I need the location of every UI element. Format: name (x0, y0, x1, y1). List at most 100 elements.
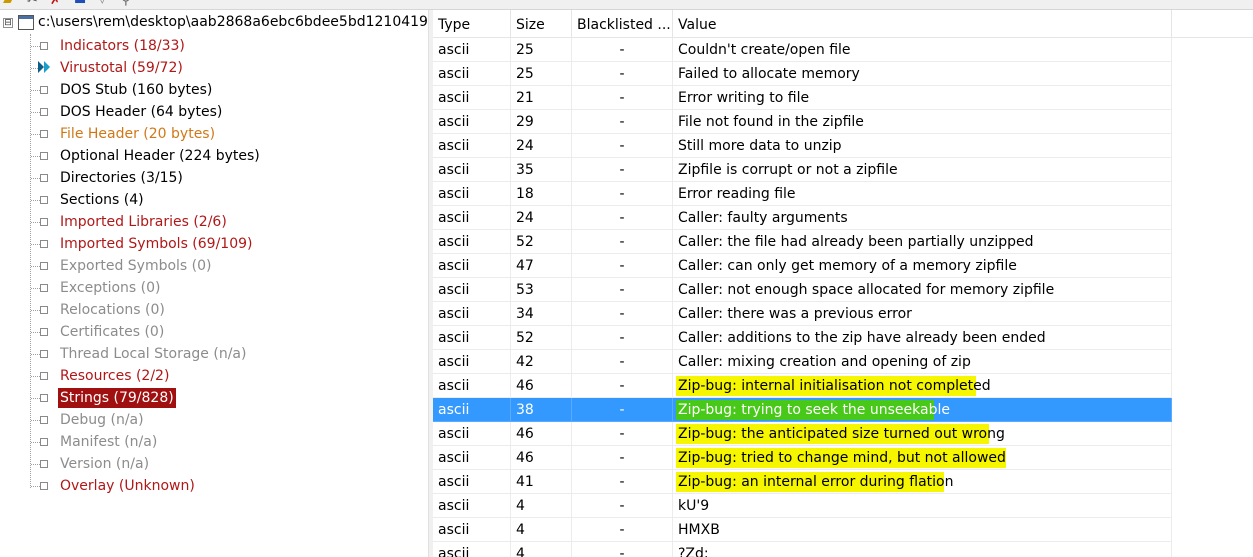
cell-blacklisted: - (572, 86, 673, 110)
settings-icon[interactable]: ⚲ (121, 0, 131, 8)
cell-type-text: ascii (438, 42, 470, 58)
cell-blacklisted-text: - (619, 258, 625, 274)
cell-blacklisted-text: - (619, 522, 625, 538)
cell-size: 47 (511, 254, 572, 278)
column-header-value[interactable]: Value (673, 10, 1172, 37)
tree-item[interactable]: Strings (79/828) (0, 387, 428, 409)
tree-item[interactable]: Directories (3/15) (0, 167, 428, 189)
cell-blacklisted-text: - (619, 114, 625, 130)
cell-size: 25 (511, 62, 572, 86)
table-row[interactable]: ascii 29 - File not found in the zipfile (433, 110, 1253, 134)
tree-item[interactable]: Resources (2/2) (0, 365, 428, 387)
cell-type: ascii (433, 86, 511, 110)
tree-item-label: DOS Header (64 bytes) (60, 104, 223, 120)
tree-node-icon (40, 108, 48, 116)
collapse-toggle-icon[interactable]: ⊟ (3, 18, 13, 28)
table-header: Type Size Blacklisted ... Value (433, 10, 1253, 38)
tree-item[interactable]: Relocations (0) (0, 299, 428, 321)
cell-value: Failed to allocate memory (673, 62, 1172, 86)
tree-item-label: Thread Local Storage (n/a) (60, 346, 247, 362)
tree-item[interactable]: Manifest (n/a) (0, 431, 428, 453)
cell-blacklisted-text: - (619, 450, 625, 466)
tree-item-label: Imported Libraries (2/6) (60, 214, 227, 230)
tree-item[interactable]: Exported Symbols (0) (0, 255, 428, 277)
table-row[interactable]: ascii 46 - Zip-bug: tried to change mind, b… (433, 446, 1253, 470)
cell-size-text: 52 (516, 330, 534, 346)
tree-item[interactable]: Thread Local Storage (n/a) (0, 343, 428, 365)
cell-type-text: ascii (438, 138, 470, 154)
tree-item[interactable]: Imported Libraries (2/6) (0, 211, 428, 233)
cell-value: Caller: not enough space allocated for m… (673, 278, 1172, 302)
cell-type-text: ascii (438, 402, 470, 418)
table-row[interactable]: ascii 46 - Zip-bug: the anticipated size tu… (433, 422, 1253, 446)
tree-item[interactable]: File Header (20 bytes) (0, 123, 428, 145)
table-row[interactable]: ascii 4 - kU'9 (433, 494, 1253, 518)
cell-blacklisted: - (572, 302, 673, 326)
tree-connector (31, 222, 40, 223)
table-row[interactable]: ascii 35 - Zipfile is corrupt or not a zipf… (433, 158, 1253, 182)
cell-value: Caller: there was a previous error (673, 302, 1172, 326)
table-row[interactable]: ascii 24 - Still more data to unzip (433, 134, 1253, 158)
table-row[interactable]: ascii 52 - Caller: the file had already bee… (433, 230, 1253, 254)
cell-blacklisted: - (572, 446, 673, 470)
table-row[interactable]: ascii 24 - Caller: faulty arguments (433, 206, 1253, 230)
table-row[interactable]: ascii 4 - ?Zd; (433, 542, 1253, 557)
table-row[interactable]: ascii 25 - Failed to allocate memory (433, 62, 1253, 86)
cell-size: 41 (511, 470, 572, 494)
tree-item[interactable]: Optional Header (224 bytes) (0, 145, 428, 167)
tree-item[interactable]: DOS Stub (160 bytes) (0, 79, 428, 101)
table-row[interactable]: ascii 46 - Zip-bug: internal initialisation… (433, 374, 1253, 398)
tree-item-label: Optional Header (224 bytes) (60, 148, 260, 164)
table-row[interactable]: ascii 34 - Caller: there was a previous err… (433, 302, 1253, 326)
open-folder-icon[interactable]: ▰ (3, 0, 13, 8)
cell-type-text: ascii (438, 210, 470, 226)
tree-item[interactable]: Imported Symbols (69/109) (0, 233, 428, 255)
tree-root[interactable]: ⊟ c:\users\rem\desktop\aab2868a6ebc6bdee… (0, 12, 428, 34)
tree-item[interactable]: Certificates (0) (0, 321, 428, 343)
cell-size-text: 53 (516, 282, 534, 298)
table-row[interactable]: ascii 4 - HMXB (433, 518, 1253, 542)
cell-value: Error writing to file (673, 86, 1172, 110)
cell-blacklisted: - (572, 182, 673, 206)
tree-connector (31, 90, 40, 91)
table-row[interactable]: ascii 41 - Zip-bug: an internal error durin… (433, 470, 1253, 494)
tree-item-label: Directories (3/15) (60, 170, 183, 186)
cell-size: 24 (511, 134, 572, 158)
tree-item-label: Indicators (18/33) (60, 38, 185, 54)
save-icon[interactable]: ▬ (74, 0, 86, 8)
cell-type: ascii (433, 278, 511, 302)
table-row[interactable]: ascii 42 - Caller: mixing creation and open… (433, 350, 1253, 374)
table-row[interactable]: ascii 47 - Caller: can only get memory of a… (433, 254, 1253, 278)
cell-blacklisted-text: - (619, 90, 625, 106)
cell-type-text: ascii (438, 546, 470, 557)
table-row[interactable]: ascii 25 - Couldn't create/open file (433, 38, 1253, 62)
tree-item[interactable]: Version (n/a) (0, 453, 428, 475)
column-header-type[interactable]: Type (433, 10, 511, 37)
cell-type-text: ascii (438, 234, 470, 250)
tree-item[interactable]: Virustotal (59/72) (0, 57, 428, 79)
cell-blacklisted-text: - (619, 330, 625, 346)
cell-blacklisted-text: - (619, 66, 625, 82)
table-row[interactable]: ascii 53 - Caller: not enough space allocat… (433, 278, 1253, 302)
column-header-size[interactable]: Size (511, 10, 572, 37)
cell-size-text: 38 (516, 402, 534, 418)
tree-item[interactable]: Exceptions (0) (0, 277, 428, 299)
tree-item[interactable]: Overlay (Unknown) (0, 475, 428, 497)
cell-blacklisted-text: - (619, 186, 625, 202)
column-header-blacklisted[interactable]: Blacklisted ... (572, 10, 673, 37)
tree-item[interactable]: Debug (n/a) (0, 409, 428, 431)
table-row[interactable]: ascii 38 - Zip-bug: trying to seek the unse… (433, 398, 1253, 422)
table-row[interactable]: ascii 18 - Error reading file (433, 182, 1253, 206)
close-icon[interactable]: ✗ (50, 0, 61, 8)
tree-item[interactable]: Sections (4) (0, 189, 428, 211)
tree-node-icon (40, 174, 48, 182)
scissors-icon[interactable]: ✂ (27, 0, 38, 8)
cell-type: ascii (433, 254, 511, 278)
tree-item[interactable]: Indicators (18/33) (0, 35, 428, 57)
cell-type-text: ascii (438, 258, 470, 274)
filter-icon[interactable]: ▿ (99, 0, 106, 8)
tree-item[interactable]: DOS Header (64 bytes) (0, 101, 428, 123)
tree-connector (31, 156, 40, 157)
table-row[interactable]: ascii 52 - Caller: additions to the zip hav… (433, 326, 1253, 350)
table-row[interactable]: ascii 21 - Error writing to file (433, 86, 1253, 110)
